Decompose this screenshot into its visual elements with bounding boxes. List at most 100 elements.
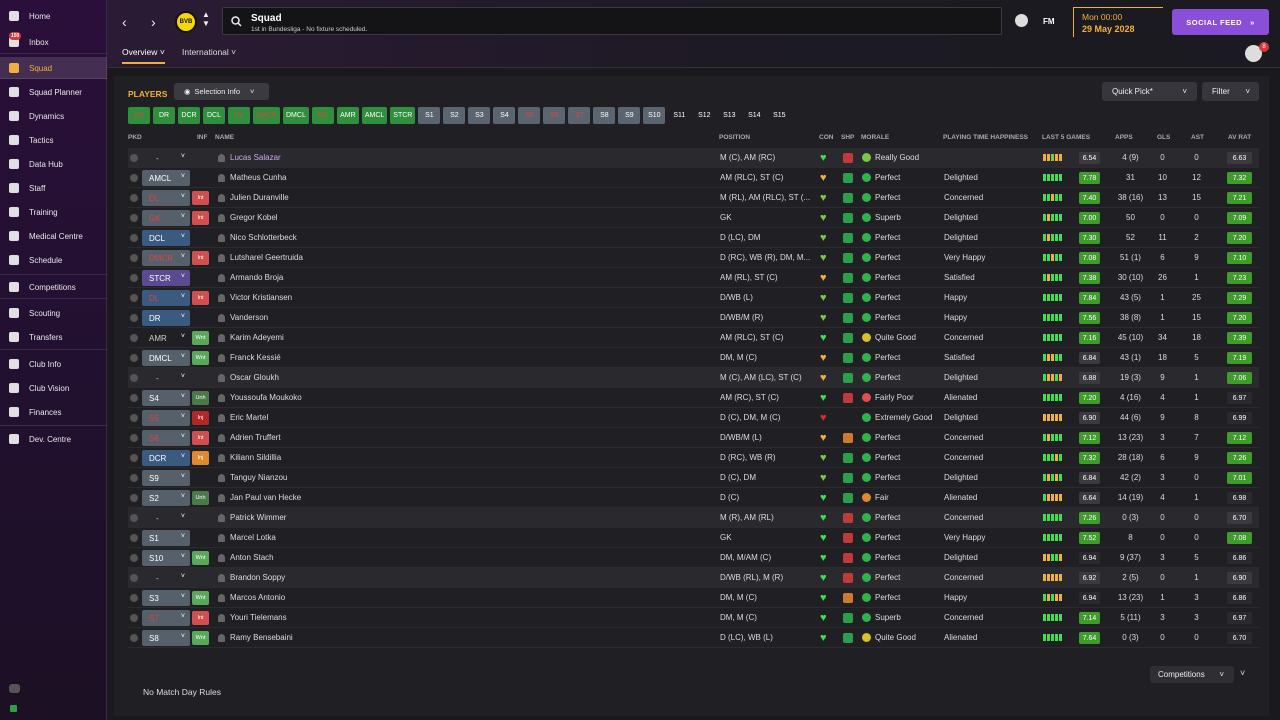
table-row[interactable]: AMR ˅ Wnt Karim Adeyemi AM (RLC), ST (C) ♥ Qui… (128, 328, 1259, 348)
tab-international[interactable]: International ˅ (182, 47, 236, 57)
pick-toggle[interactable] (130, 154, 138, 162)
table-row[interactable]: S8 ˅ Wnt Ramy Bensebaini D (LC), WB (L) ♥ Quit… (128, 628, 1259, 648)
info-badge[interactable]: Wnt (192, 351, 209, 365)
pick-position-dropdown[interactable]: S7 ˅ (142, 610, 190, 626)
info-badge[interactable]: Inj (192, 411, 209, 425)
table-row[interactable]: S2 ˅ Unh Jan Paul van Hecke D (C) ♥ Fair Aliena… (128, 488, 1259, 508)
fm-logo[interactable]: FM (1043, 17, 1055, 26)
sidebar-item-scouting[interactable]: Scouting (0, 302, 107, 324)
player-name[interactable]: Marcel Lotka (230, 533, 276, 542)
info-badge[interactable]: Int (192, 291, 209, 305)
info-badge[interactable]: Unh (192, 491, 209, 505)
tab-overview[interactable]: Overview ˅ (122, 47, 165, 64)
player-name[interactable]: Tanguy Nianzou (230, 473, 287, 482)
col-inf[interactable]: INF (197, 134, 207, 141)
pick-toggle[interactable] (130, 634, 138, 642)
position-slot-s6[interactable]: S6 (543, 107, 566, 124)
player-name[interactable]: Brandon Soppy (230, 573, 285, 582)
forward-arrow-icon[interactable]: › (151, 14, 156, 30)
position-slot-s15[interactable]: S15 (768, 107, 790, 124)
manager-avatar-icon[interactable] (1015, 14, 1028, 27)
player-name[interactable]: Lucas Salazar (230, 153, 281, 162)
info-badge[interactable]: Int (192, 211, 209, 225)
pick-toggle[interactable] (130, 254, 138, 262)
table-row[interactable]: DMCR ˅ Int Lutsharel Geertruida D (RC), WB (… (128, 248, 1259, 268)
pick-position-dropdown[interactable]: AMCL ˅ (142, 170, 190, 186)
position-slot-s7[interactable]: S7 (568, 107, 591, 124)
player-name[interactable]: Vanderson (230, 313, 268, 322)
player-name[interactable]: Gregor Kobel (230, 213, 278, 222)
pick-toggle[interactable] (130, 414, 138, 422)
position-slot-dl[interactable]: DL (228, 107, 250, 124)
table-row[interactable]: S5 ˅ Inj Eric Martel D (C), DM, M (C) ♥ Extrem… (128, 408, 1259, 428)
player-name[interactable]: Ramy Bensebaini (230, 633, 293, 642)
info-badge[interactable]: Int (192, 611, 209, 625)
position-slot-gk[interactable]: GK (128, 107, 150, 124)
pick-toggle[interactable] (130, 334, 138, 342)
sidebar-item-club-vision[interactable]: Club Vision (0, 377, 107, 399)
pick-toggle[interactable] (130, 354, 138, 362)
position-slot-s1[interactable]: S1 (418, 107, 441, 124)
player-name[interactable]: Jan Paul van Hecke (230, 493, 301, 502)
sidebar-item-club-info[interactable]: Club Info (0, 353, 107, 375)
club-badge[interactable]: BVB (175, 11, 197, 33)
info-badge[interactable]: Wnt (192, 631, 209, 645)
player-name[interactable]: Karim Adeyemi (230, 333, 284, 342)
table-row[interactable]: S9 ˅ Tanguy Nianzou D (C), DM ♥ Perfect Deligh… (128, 468, 1259, 488)
table-row[interactable]: S1 ˅ Marcel Lotka GK ♥ Perfect Very Happy 7.52 8… (128, 528, 1259, 548)
pick-position-dropdown[interactable]: S1 ˅ (142, 530, 190, 546)
club-switch-chevron-icon[interactable]: ▲ ▼ (202, 10, 210, 28)
player-name[interactable]: Victor Kristiansen (230, 293, 292, 302)
position-slot-amcl[interactable]: AMCL (361, 107, 388, 124)
position-slot-s5[interactable]: S5 (518, 107, 541, 124)
pick-position-dropdown[interactable]: S4 ˅ (142, 390, 190, 406)
position-slot-dmcl[interactable]: DMCL (283, 107, 309, 124)
player-name[interactable]: Anton Stach (230, 553, 274, 562)
info-badge[interactable]: Int (192, 191, 209, 205)
col-gls[interactable]: GLS (1157, 134, 1170, 141)
col-playing-time[interactable]: PLAYING TIME HAPPINESS (943, 134, 1028, 141)
sidebar-item-staff[interactable]: Staff (0, 177, 107, 199)
col-morale[interactable]: MORALE (861, 134, 889, 141)
position-slot-s2[interactable]: S2 (443, 107, 466, 124)
pick-toggle[interactable] (130, 454, 138, 462)
pick-toggle[interactable] (130, 274, 138, 282)
col-ast[interactable]: AST (1191, 134, 1204, 141)
pick-position-dropdown[interactable]: S9 ˅ (142, 470, 190, 486)
pick-toggle[interactable] (130, 294, 138, 302)
sidebar-item-competitions[interactable]: Competitions (0, 276, 107, 298)
pick-toggle[interactable] (130, 374, 138, 382)
pick-toggle[interactable] (130, 434, 138, 442)
pick-position-dropdown[interactable]: GK ˅ (142, 210, 190, 226)
info-badge[interactable]: Unh (192, 391, 209, 405)
position-slot-s14[interactable]: S14 (743, 107, 765, 124)
pick-position-dropdown[interactable]: DCL ˅ (142, 230, 190, 246)
position-slot-s8[interactable]: S8 (593, 107, 616, 124)
pick-toggle[interactable] (130, 614, 138, 622)
table-row[interactable]: DCR ˅ Inj Kiliann Sildillia D (RC), WB (R) ♥ P… (128, 448, 1259, 468)
status-icon[interactable] (10, 705, 17, 712)
info-badge[interactable]: Int (192, 431, 209, 445)
position-slot-s3[interactable]: S3 (468, 107, 491, 124)
player-name[interactable]: Youri Tielemans (230, 613, 287, 622)
info-badge[interactable]: Wnt (192, 551, 209, 565)
table-row[interactable]: - ˅ Patrick Wimmer M (R), AM (RL) ♥ Perfect Co… (128, 508, 1259, 528)
pick-position-dropdown[interactable]: - ˅ (142, 570, 190, 586)
pick-toggle[interactable] (130, 394, 138, 402)
pick-toggle[interactable] (130, 214, 138, 222)
position-slot-s11[interactable]: S11 (668, 107, 690, 124)
table-row[interactable]: S4 ˅ Unh Youssoufa Moukoko AM (RC), ST (C) ♥ F… (128, 388, 1259, 408)
sidebar-item-home[interactable]: Home (0, 5, 107, 27)
table-row[interactable]: DCL ˅ Nico Schlotterbeck D (LC), DM ♥ Perfect… (128, 228, 1259, 248)
pick-toggle[interactable] (130, 514, 138, 522)
back-arrow-icon[interactable]: ‹ (122, 14, 127, 30)
pick-toggle[interactable] (130, 494, 138, 502)
sidebar-item-finances[interactable]: Finances (0, 401, 107, 423)
table-row[interactable]: - ˅ Lucas Salazar M (C), AM (RC) ♥ Really Goo… (128, 148, 1259, 168)
filter-button[interactable]: Filter ˅ (1202, 82, 1259, 101)
info-badge[interactable]: Wnt (192, 331, 209, 345)
pick-position-dropdown[interactable]: STCR ˅ (142, 270, 190, 286)
position-slot-dr[interactable]: DR (153, 107, 175, 124)
table-row[interactable]: DR ˅ Vanderson D/WB/M (R) ♥ Perfect Happy 7.56 3… (128, 308, 1259, 328)
pick-position-dropdown[interactable]: S5 ˅ (142, 410, 190, 426)
